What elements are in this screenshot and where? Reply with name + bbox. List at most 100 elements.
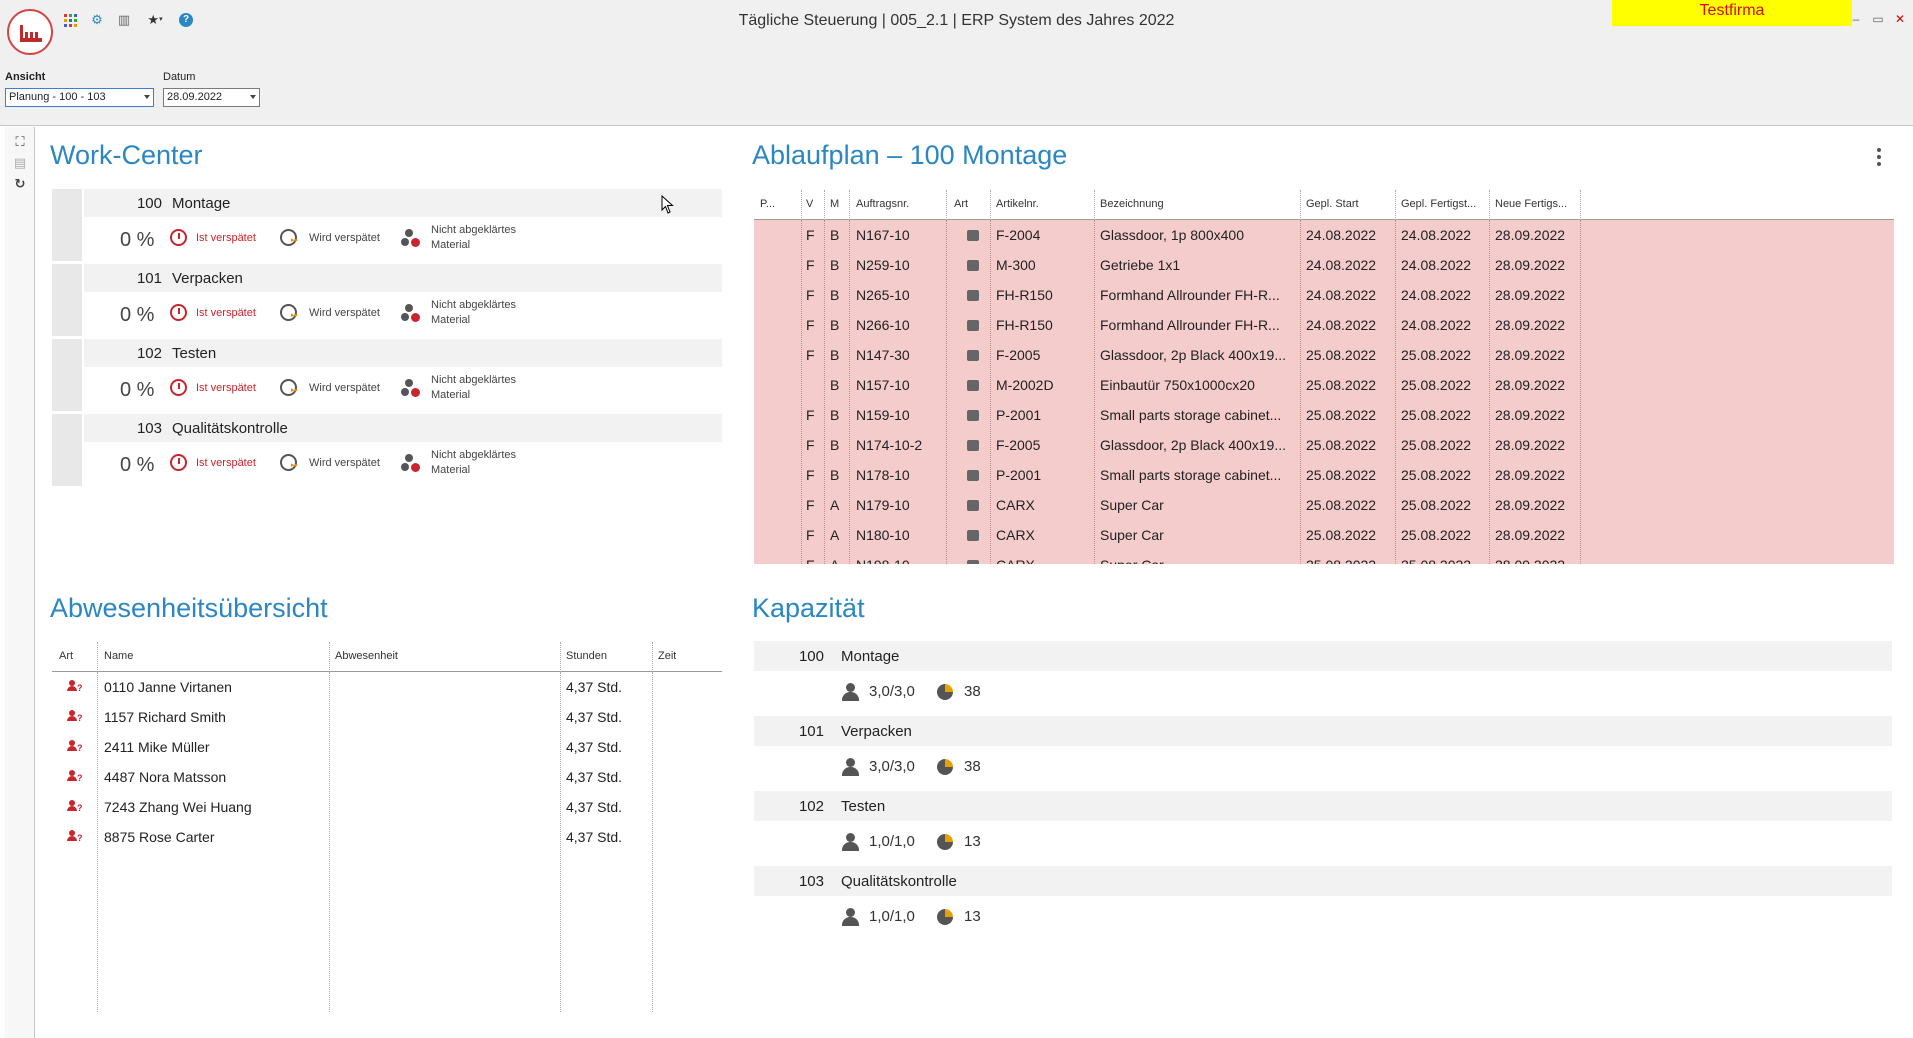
status-late[interactable]: Ist verspätet <box>170 304 256 321</box>
table-cell-auftrag: N198-10 <box>856 557 910 564</box>
table-row[interactable]: F B N259-10 M-300 Getriebe 1x1 24.08.2022 24.0… <box>754 250 1894 280</box>
column-header[interactable]: Abwesenheit <box>335 650 398 662</box>
table-cell-neu: 28.09.2022 <box>1495 317 1566 333</box>
table-cell-neu: 28.09.2022 <box>1495 437 1566 453</box>
status-material[interactable]: Nicht abgeklärtes Material <box>401 448 516 478</box>
status-material[interactable]: Nicht abgeklärtes Material <box>401 223 516 253</box>
capacity-name: Verpacken <box>841 723 912 740</box>
table-row[interactable]: F B N265-10 FH-R150 Formhand Allrounder FH-R… <box>754 280 1894 310</box>
refresh-icon[interactable]: ↻ <box>12 176 28 192</box>
column-divider[interactable] <box>801 190 802 220</box>
column-divider[interactable] <box>990 190 991 220</box>
table-row[interactable]: ? 0110 Janne Virtanen 4,37 Std. <box>52 672 722 702</box>
status-will-be-late[interactable]: Wird verspätet <box>280 229 380 246</box>
table-cell-start: 25.08.2022 <box>1306 527 1377 543</box>
table-row[interactable]: B N157-10 M-2002D Einbautür 750x1000cx20 25.… <box>754 370 1894 400</box>
status-late[interactable]: Ist verspätet <box>170 379 256 396</box>
status-late[interactable]: Ist verspätet <box>170 229 256 246</box>
absence-grid: Art Name Abwesenheit Stunden Zeit ? 0110 Jann… <box>52 642 722 1022</box>
drag-handle[interactable] <box>52 414 82 486</box>
column-divider[interactable] <box>946 190 947 220</box>
table-row[interactable]: ? 1157 Richard Smith 4,37 Std. <box>52 702 722 732</box>
column-divider[interactable] <box>652 642 653 672</box>
column-header[interactable]: Stunden <box>566 650 607 662</box>
status-will-be-late[interactable]: Wird verspätet <box>280 379 380 396</box>
work-center-item[interactable]: 102 Testen 0 % Ist verspätet Wird verspätet N… <box>52 339 722 411</box>
table-row[interactable]: ? 2411 Mike Müller 4,37 Std. <box>52 732 722 762</box>
close-button[interactable]: ✕ <box>1893 12 1907 26</box>
column-divider[interactable] <box>97 642 98 672</box>
column-header[interactable]: V <box>806 198 813 210</box>
capacity-title: Kapazität <box>752 593 865 623</box>
app-logo[interactable] <box>7 9 53 55</box>
datum-select[interactable]: 28.09.2022 <box>163 88 260 107</box>
capacity-item[interactable]: 100 Montage 3,0/3,0 38 <box>754 641 1892 711</box>
column-header[interactable]: Art <box>954 198 968 210</box>
table-row[interactable]: F A N179-10 CARX Super Car 25.08.2022 25.08.20… <box>754 490 1894 520</box>
column-divider[interactable] <box>824 190 825 220</box>
capacity-value: 13 <box>964 908 981 925</box>
fit-view-icon[interactable]: ⛶ <box>12 134 28 150</box>
table-cell-m: B <box>830 377 840 393</box>
status-material[interactable]: Nicht abgeklärtes Material <box>401 373 516 403</box>
status-late[interactable]: Ist verspätet <box>170 454 256 471</box>
table-row[interactable]: F A N198-10 CARX Super Car 25.08.2022 25.08.20… <box>754 550 1894 564</box>
ansicht-select[interactable]: Planung - 100 - 103 <box>5 88 154 107</box>
column-divider[interactable] <box>1094 190 1095 220</box>
column-divider[interactable] <box>1300 190 1301 220</box>
table-row[interactable]: ? 8875 Rose Carter 4,37 Std. <box>52 822 722 852</box>
capacity-item[interactable]: 103 Qualitätskontrolle 1,0/1,0 13 <box>754 866 1892 936</box>
capacity-item[interactable]: 102 Testen 1,0/1,0 13 <box>754 791 1892 861</box>
table-cell-bez: Super Car <box>1100 557 1296 564</box>
table-row[interactable]: F B N266-10 FH-R150 Formhand Allrounder FH-R… <box>754 310 1894 340</box>
capacity-item[interactable]: 101 Verpacken 3,0/3,0 38 <box>754 716 1892 786</box>
column-divider[interactable] <box>329 642 330 672</box>
table-row[interactable]: F A N180-10 CARX Super Car 25.08.2022 25.08.20… <box>754 520 1894 550</box>
column-divider[interactable] <box>849 190 850 220</box>
column-gridline <box>990 220 991 564</box>
column-header[interactable]: Gepl. Fertigst... <box>1401 198 1476 210</box>
column-header[interactable]: Zeit <box>658 650 676 662</box>
article-type-icon <box>967 557 979 564</box>
column-header[interactable]: Bezeichnung <box>1100 198 1164 210</box>
column-header[interactable]: Gepl. Start <box>1306 198 1359 210</box>
column-header[interactable]: Art <box>59 650 73 662</box>
table-cell-neu: 28.09.2022 <box>1495 287 1566 303</box>
column-header[interactable]: P... <box>760 198 775 210</box>
table-row[interactable]: F B N174-10-2 F-2005 Glassdoor, 2p Black 400… <box>754 430 1894 460</box>
material-line-2: Material <box>431 464 471 476</box>
drag-handle[interactable] <box>52 339 82 411</box>
more-options-icon[interactable] <box>1875 148 1883 168</box>
column-header[interactable]: Artikelnr. <box>996 198 1039 210</box>
table-row[interactable]: F B N167-10 F-2004 Glassdoor, 1p 800x400 24.0… <box>754 220 1894 250</box>
column-divider[interactable] <box>1395 190 1396 220</box>
work-center-item[interactable]: 101 Verpacken 0 % Ist verspätet Wird verspät… <box>52 264 722 336</box>
table-row[interactable]: ? 7243 Zhang Wei Huang 4,37 Std. <box>52 792 722 822</box>
work-center-item[interactable]: 100 Montage 0 % Ist verspätet Wird verspätet… <box>52 189 722 261</box>
column-header[interactable]: Auftragsnr. <box>856 198 909 210</box>
table-row[interactable]: F B N147-30 F-2005 Glassdoor, 2p Black 400x1… <box>754 340 1894 370</box>
drag-handle[interactable] <box>52 189 82 261</box>
table-row[interactable]: ? 4487 Nora Matsson 4,37 Std. <box>52 762 722 792</box>
column-divider[interactable] <box>1489 190 1490 220</box>
work-center-item[interactable]: 103 Qualitätskontrolle 0 % Ist verspätet Wir… <box>52 414 722 486</box>
table-cell-m: B <box>830 347 840 363</box>
table-row[interactable]: F B N159-10 P-2001 Small parts storage cabin… <box>754 400 1894 430</box>
table-row[interactable]: F B N178-10 P-2001 Small parts storage cabin… <box>754 460 1894 490</box>
print-icon[interactable]: ▤ <box>12 155 28 171</box>
status-material[interactable]: Nicht abgeklärtes Material <box>401 298 516 328</box>
column-divider[interactable] <box>560 642 561 672</box>
column-header[interactable]: Neue Fertigs... <box>1495 198 1567 210</box>
restore-button[interactable]: ▭ <box>1871 12 1885 26</box>
status-will-be-late[interactable]: Wird verspätet <box>280 304 380 321</box>
status-will-be-late[interactable]: Wird verspätet <box>280 454 380 471</box>
absence-header: Art Name Abwesenheit Stunden Zeit <box>52 642 722 672</box>
table-cell-neu: 28.09.2022 <box>1495 527 1566 543</box>
side-tool-strip: ⛶ ▤ ↻ <box>5 127 35 1038</box>
column-header[interactable]: M <box>830 198 839 210</box>
minimize-button[interactable]: – <box>1849 12 1863 26</box>
column-divider[interactable] <box>1580 190 1581 220</box>
table-cell-fertig: 25.08.2022 <box>1401 347 1472 363</box>
column-header[interactable]: Name <box>104 650 133 662</box>
drag-handle[interactable] <box>52 264 82 336</box>
